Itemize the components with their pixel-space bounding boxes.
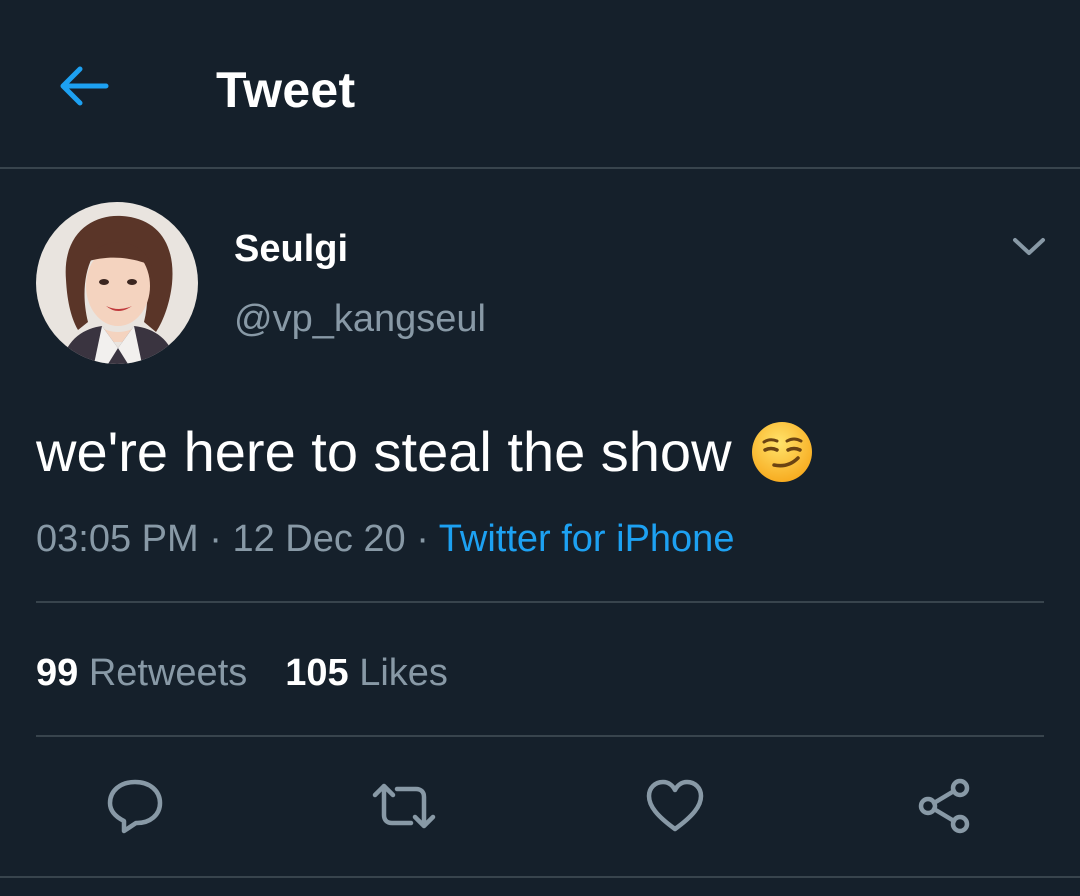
meta-separator: · — [405, 518, 439, 560]
arrow-left-icon — [60, 66, 109, 106]
author-handle[interactable]: @vp_kangseul — [234, 295, 486, 343]
retweets-label: Retweets — [88, 652, 248, 694]
divider — [0, 876, 1080, 878]
retweet-icon — [372, 783, 436, 829]
like-button[interactable] — [639, 770, 711, 842]
smirking-face-emoji — [750, 420, 814, 484]
author-name[interactable]: Seulgi — [234, 225, 348, 273]
retweets-stat[interactable]: 99 Retweets — [36, 652, 247, 694]
divider — [36, 601, 1044, 603]
page-title: Tweet — [216, 62, 356, 118]
meta-separator: · — [198, 518, 233, 560]
profile-photo — [36, 202, 198, 364]
reply-button[interactable] — [99, 770, 171, 842]
tweet-time: 03:05 PM — [36, 518, 199, 560]
tweet-date: 12 Dec 20 — [232, 518, 406, 560]
speech-bubble-icon — [107, 779, 163, 834]
share-icon — [918, 778, 970, 834]
tweet-text: we're here to steal the show — [36, 420, 732, 483]
back-button[interactable] — [48, 50, 120, 122]
divider — [36, 735, 1044, 737]
likes-label: Likes — [359, 652, 448, 694]
likes-stat[interactable]: 105 Likes — [285, 652, 448, 694]
tweet-body: we're here to steal the show — [36, 418, 814, 486]
top-bar: Tweet — [0, 0, 1080, 169]
tweet-meta: 03:05 PM · 12 Dec 20 · Twitter for iPhon… — [36, 514, 734, 564]
heart-icon — [646, 779, 704, 832]
retweets-count: 99 — [36, 652, 79, 694]
retweet-button[interactable] — [368, 770, 440, 842]
tweet-source-link[interactable]: Twitter for iPhone — [439, 518, 735, 560]
likes-count: 105 — [285, 652, 349, 694]
avatar[interactable] — [36, 202, 198, 364]
tweet-stats: 99 Retweets 105 Likes — [36, 648, 448, 698]
more-options-button[interactable] — [1004, 222, 1054, 272]
chevron-down-icon — [1013, 238, 1045, 255]
share-button[interactable] — [908, 770, 980, 842]
